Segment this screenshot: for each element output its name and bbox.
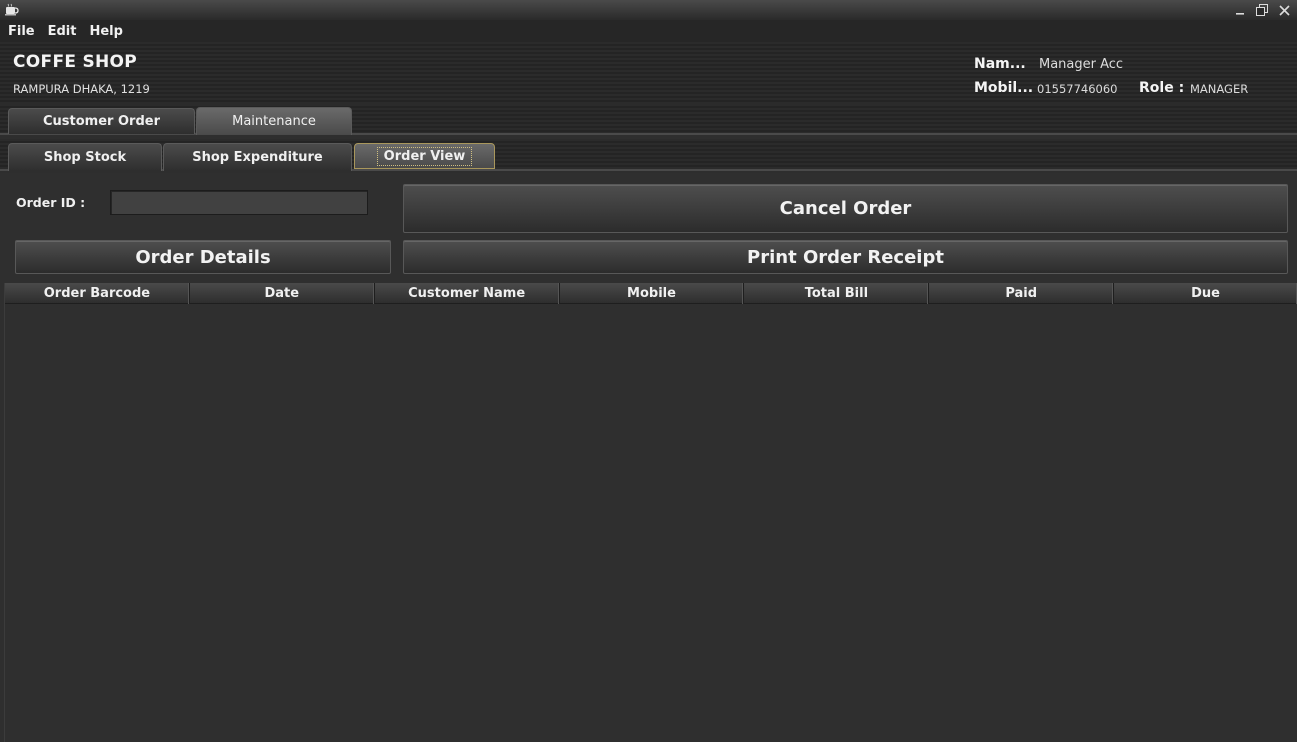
user-mobile-label: Mobil...	[974, 80, 1034, 96]
maximize-icon[interactable]	[1253, 1, 1271, 19]
column-header-mobile[interactable]: Mobile	[560, 283, 745, 304]
main-tab-bar: Customer Order Maintenance	[0, 104, 1297, 135]
column-header-paid[interactable]: Paid	[929, 283, 1115, 304]
column-header-total-bill[interactable]: Total Bill	[744, 283, 930, 304]
tab-shop-stock-label: Shop Stock	[43, 150, 127, 165]
order-details-label: Order Details	[135, 246, 271, 268]
coffee-cup-icon	[5, 3, 19, 16]
user-name-value: Manager Acc	[1039, 57, 1124, 72]
close-icon[interactable]	[1275, 1, 1293, 19]
orders-table-header: Order Barcode Date Customer Name Mobile …	[5, 283, 1297, 304]
print-order-receipt-button[interactable]: Print Order Receipt	[403, 240, 1288, 274]
cancel-order-button[interactable]: Cancel Order	[403, 184, 1288, 233]
tab-maintenance[interactable]: Maintenance	[196, 107, 352, 135]
order-details-button[interactable]: Order Details	[15, 240, 391, 274]
tab-order-view-label: Order View	[376, 146, 473, 166]
user-mobile-value: 01557746060	[1037, 82, 1118, 96]
menu-help[interactable]: Help	[89, 24, 122, 39]
column-header-order-barcode[interactable]: Order Barcode	[5, 283, 190, 304]
orders-table[interactable]: Order Barcode Date Customer Name Mobile …	[4, 283, 1297, 742]
tab-order-view[interactable]: Order View	[354, 143, 495, 169]
user-name-label: Nam...	[974, 56, 1026, 72]
tab-shop-stock[interactable]: Shop Stock	[8, 143, 162, 171]
print-order-receipt-label: Print Order Receipt	[747, 246, 944, 268]
shop-name: COFFE SHOP	[13, 52, 138, 72]
cancel-order-label: Cancel Order	[779, 198, 912, 219]
tab-customer-order[interactable]: Customer Order	[8, 108, 195, 134]
sub-tab-bar: Shop Stock Shop Expenditure Order View	[0, 139, 1297, 171]
title-bar	[0, 0, 1297, 20]
shop-address: RAMPURA DHAKA, 1219	[13, 82, 150, 96]
order-id-label: Order ID :	[16, 195, 86, 210]
user-role-value: MANAGER	[1190, 82, 1249, 96]
minimize-icon[interactable]	[1231, 1, 1249, 19]
menu-bar: File Edit Help	[0, 20, 1297, 42]
order-id-input[interactable]	[110, 190, 368, 215]
tab-customer-order-label: Customer Order	[43, 114, 160, 129]
orders-table-body	[5, 304, 1297, 741]
menu-edit[interactable]: Edit	[48, 24, 77, 39]
tab-shop-expenditure[interactable]: Shop Expenditure	[163, 143, 352, 171]
column-header-customer-name[interactable]: Customer Name	[375, 283, 560, 304]
column-header-date[interactable]: Date	[190, 283, 375, 304]
shop-header: COFFE SHOP RAMPURA DHAKA, 1219 Nam... Ma…	[0, 42, 1297, 104]
tab-maintenance-label: Maintenance	[232, 114, 316, 129]
order-view-panel: Order ID : Cancel Order Order Details Pr…	[0, 173, 1297, 742]
menu-file[interactable]: File	[8, 24, 35, 39]
tab-shop-expenditure-label: Shop Expenditure	[192, 150, 323, 165]
column-header-due[interactable]: Due	[1114, 283, 1297, 304]
user-role-label: Role :	[1139, 80, 1185, 96]
